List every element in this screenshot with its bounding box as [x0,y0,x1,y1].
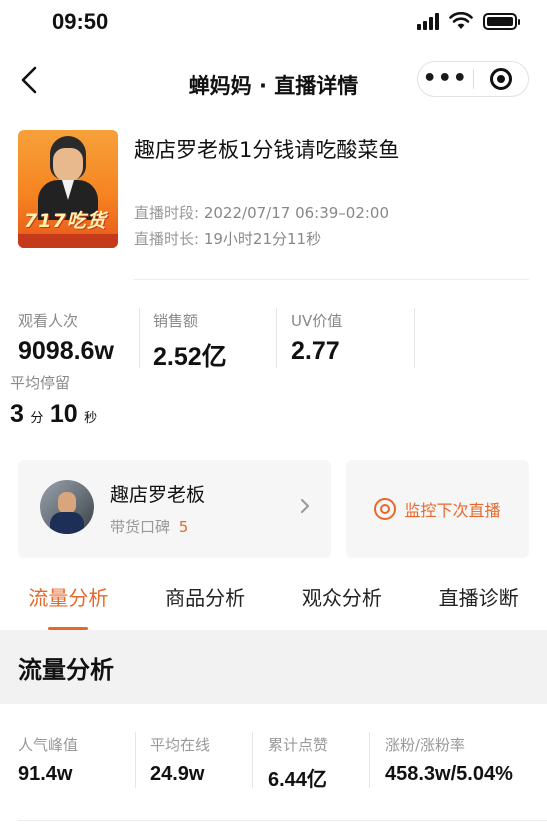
metric-label: 销售额 [153,312,199,330]
metric-label: 人气峰值 [18,736,79,754]
tab-label: 观众分析 [301,586,382,610]
live-period: 直播时段: 2022/07/17 06:39–02:00 [134,202,389,223]
more-menu-button[interactable]: ••• [418,68,473,90]
metric-views: 观看人次 9098.6w [18,310,114,366]
analysis-tabs: 流量分析 商品分析 观众分析 直播诊断 [0,574,547,630]
metric-value: 2.52亿 [153,343,227,371]
target-icon [374,498,397,520]
active-tab-indicator [48,627,89,630]
divider [276,308,277,368]
section-title: 流量分析 [18,656,114,684]
metric-value: 2.77 [291,337,340,365]
traffic-metrics-card: 人气峰值 91.4w 平均在线 24.9w 累计点赞 6.44亿 涨粉/涨粉率 … [0,704,547,828]
tab-label: 商品分析 [165,586,246,610]
metric-value: 458.3w/5.04% [385,763,513,785]
live-period-label: 直播时段: [134,204,200,222]
metric-peak-popularity: 人气峰值 91.4w [18,734,78,786]
metric-avg-stay: 平均停留 [10,372,70,393]
metric-label: UV价值 [291,312,343,330]
monitor-label: 监控下次直播 [404,501,501,520]
metric-label: 平均在线 [150,736,211,754]
divider [139,308,140,368]
status-time: 09:50 [52,9,109,34]
divider [134,279,529,280]
miniprogram-capsule: ••• [417,61,529,97]
metric-label: 平均停留 [10,374,71,392]
avg-stay-minutes: 3 [10,400,24,428]
divider [18,820,547,821]
avg-stay-seconds: 10 [49,400,78,428]
metric-follower-growth: 涨粉/涨粉率 458.3w/5.04% [385,734,513,786]
avg-stay-minutes-unit: 分 [30,410,44,425]
live-cover-image[interactable]: 717吃货节 [18,130,118,248]
metric-label: 涨粉/涨粉率 [385,736,466,754]
tab-label: 直播诊断 [438,586,519,610]
tab-audience-analysis[interactable]: 观众分析 [274,574,411,630]
live-duration: 直播时长: 19小时21分11秒 [134,228,321,249]
monitor-next-live-button[interactable]: 监控下次直播 [346,460,529,558]
anchor-name: 趣店罗老板 [110,484,206,506]
anchor-reputation: 带货口碑 5 [110,516,188,537]
tab-product-analysis[interactable]: 商品分析 [137,574,274,630]
reputation-score: 5 [178,518,189,536]
status-bar: 09:50 [0,0,547,44]
chevron-right-icon [301,499,309,513]
metric-total-likes: 累计点赞 6.44亿 [268,734,328,792]
live-period-value: 2022/07/17 06:39–02:00 [203,204,390,222]
metric-avg-online: 平均在线 24.9w [150,734,210,786]
metric-uv-value: UV价值 2.77 [291,310,342,366]
live-title: 趣店罗老板1分钱请吃酸菜鱼 [134,138,400,162]
avg-stay-seconds-unit: 秒 [84,410,98,425]
target-icon [489,68,512,90]
metric-value: 9098.6w [18,337,114,365]
metric-value: 91.4w [18,763,73,785]
live-duration-value: 19小时21分11秒 [203,230,322,248]
live-duration-label: 直播时长: [134,230,200,248]
signal-icon [417,12,439,30]
nav-bar: 蝉妈妈 · 直播详情 ••• [0,44,547,116]
status-icons [417,12,520,30]
reputation-label: 带货口碑 [110,518,171,536]
anchor-card[interactable]: 趣店罗老板 带货口碑 5 [18,460,331,558]
close-miniprogram-button[interactable] [474,68,529,90]
metric-label: 观看人次 [18,312,79,330]
battery-icon [483,12,520,30]
divider [369,732,370,788]
tab-label: 流量分析 [28,586,109,610]
tab-live-diagnosis[interactable]: 直播诊断 [410,574,547,630]
divider [135,732,136,788]
divider [252,732,253,788]
metric-sales: 销售额 2.52亿 [153,310,227,373]
avatar [40,480,94,534]
divider [414,308,415,368]
tab-traffic-analysis[interactable]: 流量分析 [0,574,137,630]
avg-stay-value: 3 分 10 秒 [10,400,99,429]
metric-value: 24.9w [150,763,205,785]
live-detail-card: 717吃货节 趣店罗老板1分钱请吃酸菜鱼 直播时段: 2022/07/17 06… [0,116,547,630]
wifi-icon [449,12,473,29]
metric-value: 6.44亿 [268,769,327,791]
metric-label: 累计点赞 [268,736,329,754]
